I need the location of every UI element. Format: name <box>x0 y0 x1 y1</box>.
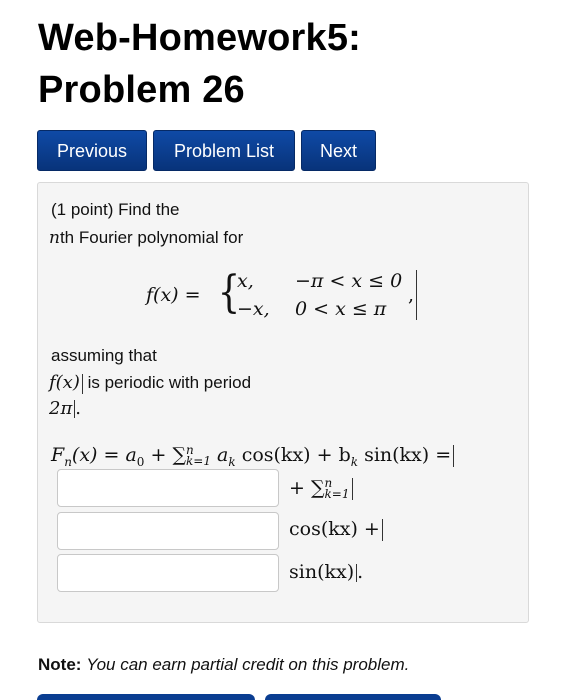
periodic-text: is periodic with period <box>87 373 252 392</box>
period-line: 2π. <box>49 398 81 419</box>
period-value: 2π <box>49 398 73 419</box>
page-title: Web-Homework5: Problem 26 <box>38 12 538 116</box>
assuming-text: assuming that <box>51 346 157 365</box>
fourier-formula-row3: cos(kx) + <box>289 518 383 541</box>
answer-input-bk[interactable] <box>57 554 279 592</box>
preview-button-partial[interactable] <box>265 694 441 700</box>
intro-line2-text: th Fourier polynomial for <box>59 228 244 247</box>
fourier-formula-row1: Fn(x) = a0 + ∑n k=1 ak cos(kx) + bk sin(k… <box>51 444 455 469</box>
case2-value: −x, <box>237 298 270 320</box>
note-text: You can earn partial credit on this prob… <box>86 655 410 674</box>
page-title-line1: Web-Homework5: <box>38 17 362 59</box>
page-title-line2: Problem 26 <box>38 69 245 111</box>
case1-condition: −π < x ≤ 0 <box>295 270 403 292</box>
periodic-fx: f(x) <box>49 372 80 393</box>
case-trailing-comma: , <box>408 284 415 306</box>
submit-button-partial[interactable] <box>37 694 255 700</box>
n-variable: n <box>49 228 60 248</box>
formula-cursor <box>416 270 417 320</box>
answer-input-ak[interactable] <box>57 512 279 550</box>
problem-page: Web-Homework5: Problem 26 Previous Probl… <box>0 0 568 700</box>
note-label: Note: <box>38 655 82 674</box>
answer-input-a0[interactable] <box>57 469 279 507</box>
case1-value: x, <box>237 270 254 292</box>
next-button[interactable]: Next <box>301 130 376 171</box>
f-of-x-label: f(x) = <box>146 284 201 306</box>
period-end: . <box>75 398 82 419</box>
periodic-line: f(x) is periodic with period <box>49 372 251 394</box>
fourier-formula-row4: sin(kx). <box>289 561 364 583</box>
problem-intro-line1: (1 point) Find the <box>51 200 180 219</box>
problem-list-button[interactable]: Problem List <box>153 130 295 171</box>
fourier-formula-row2: + ∑n k=1 <box>289 477 353 500</box>
case2-condition: 0 < x ≤ π <box>295 298 387 320</box>
partial-credit-note: Note: You can earn partial credit on thi… <box>38 655 409 675</box>
problem-intro-line2: nth Fourier polynomial for <box>49 228 243 248</box>
previous-button[interactable]: Previous <box>37 130 147 171</box>
